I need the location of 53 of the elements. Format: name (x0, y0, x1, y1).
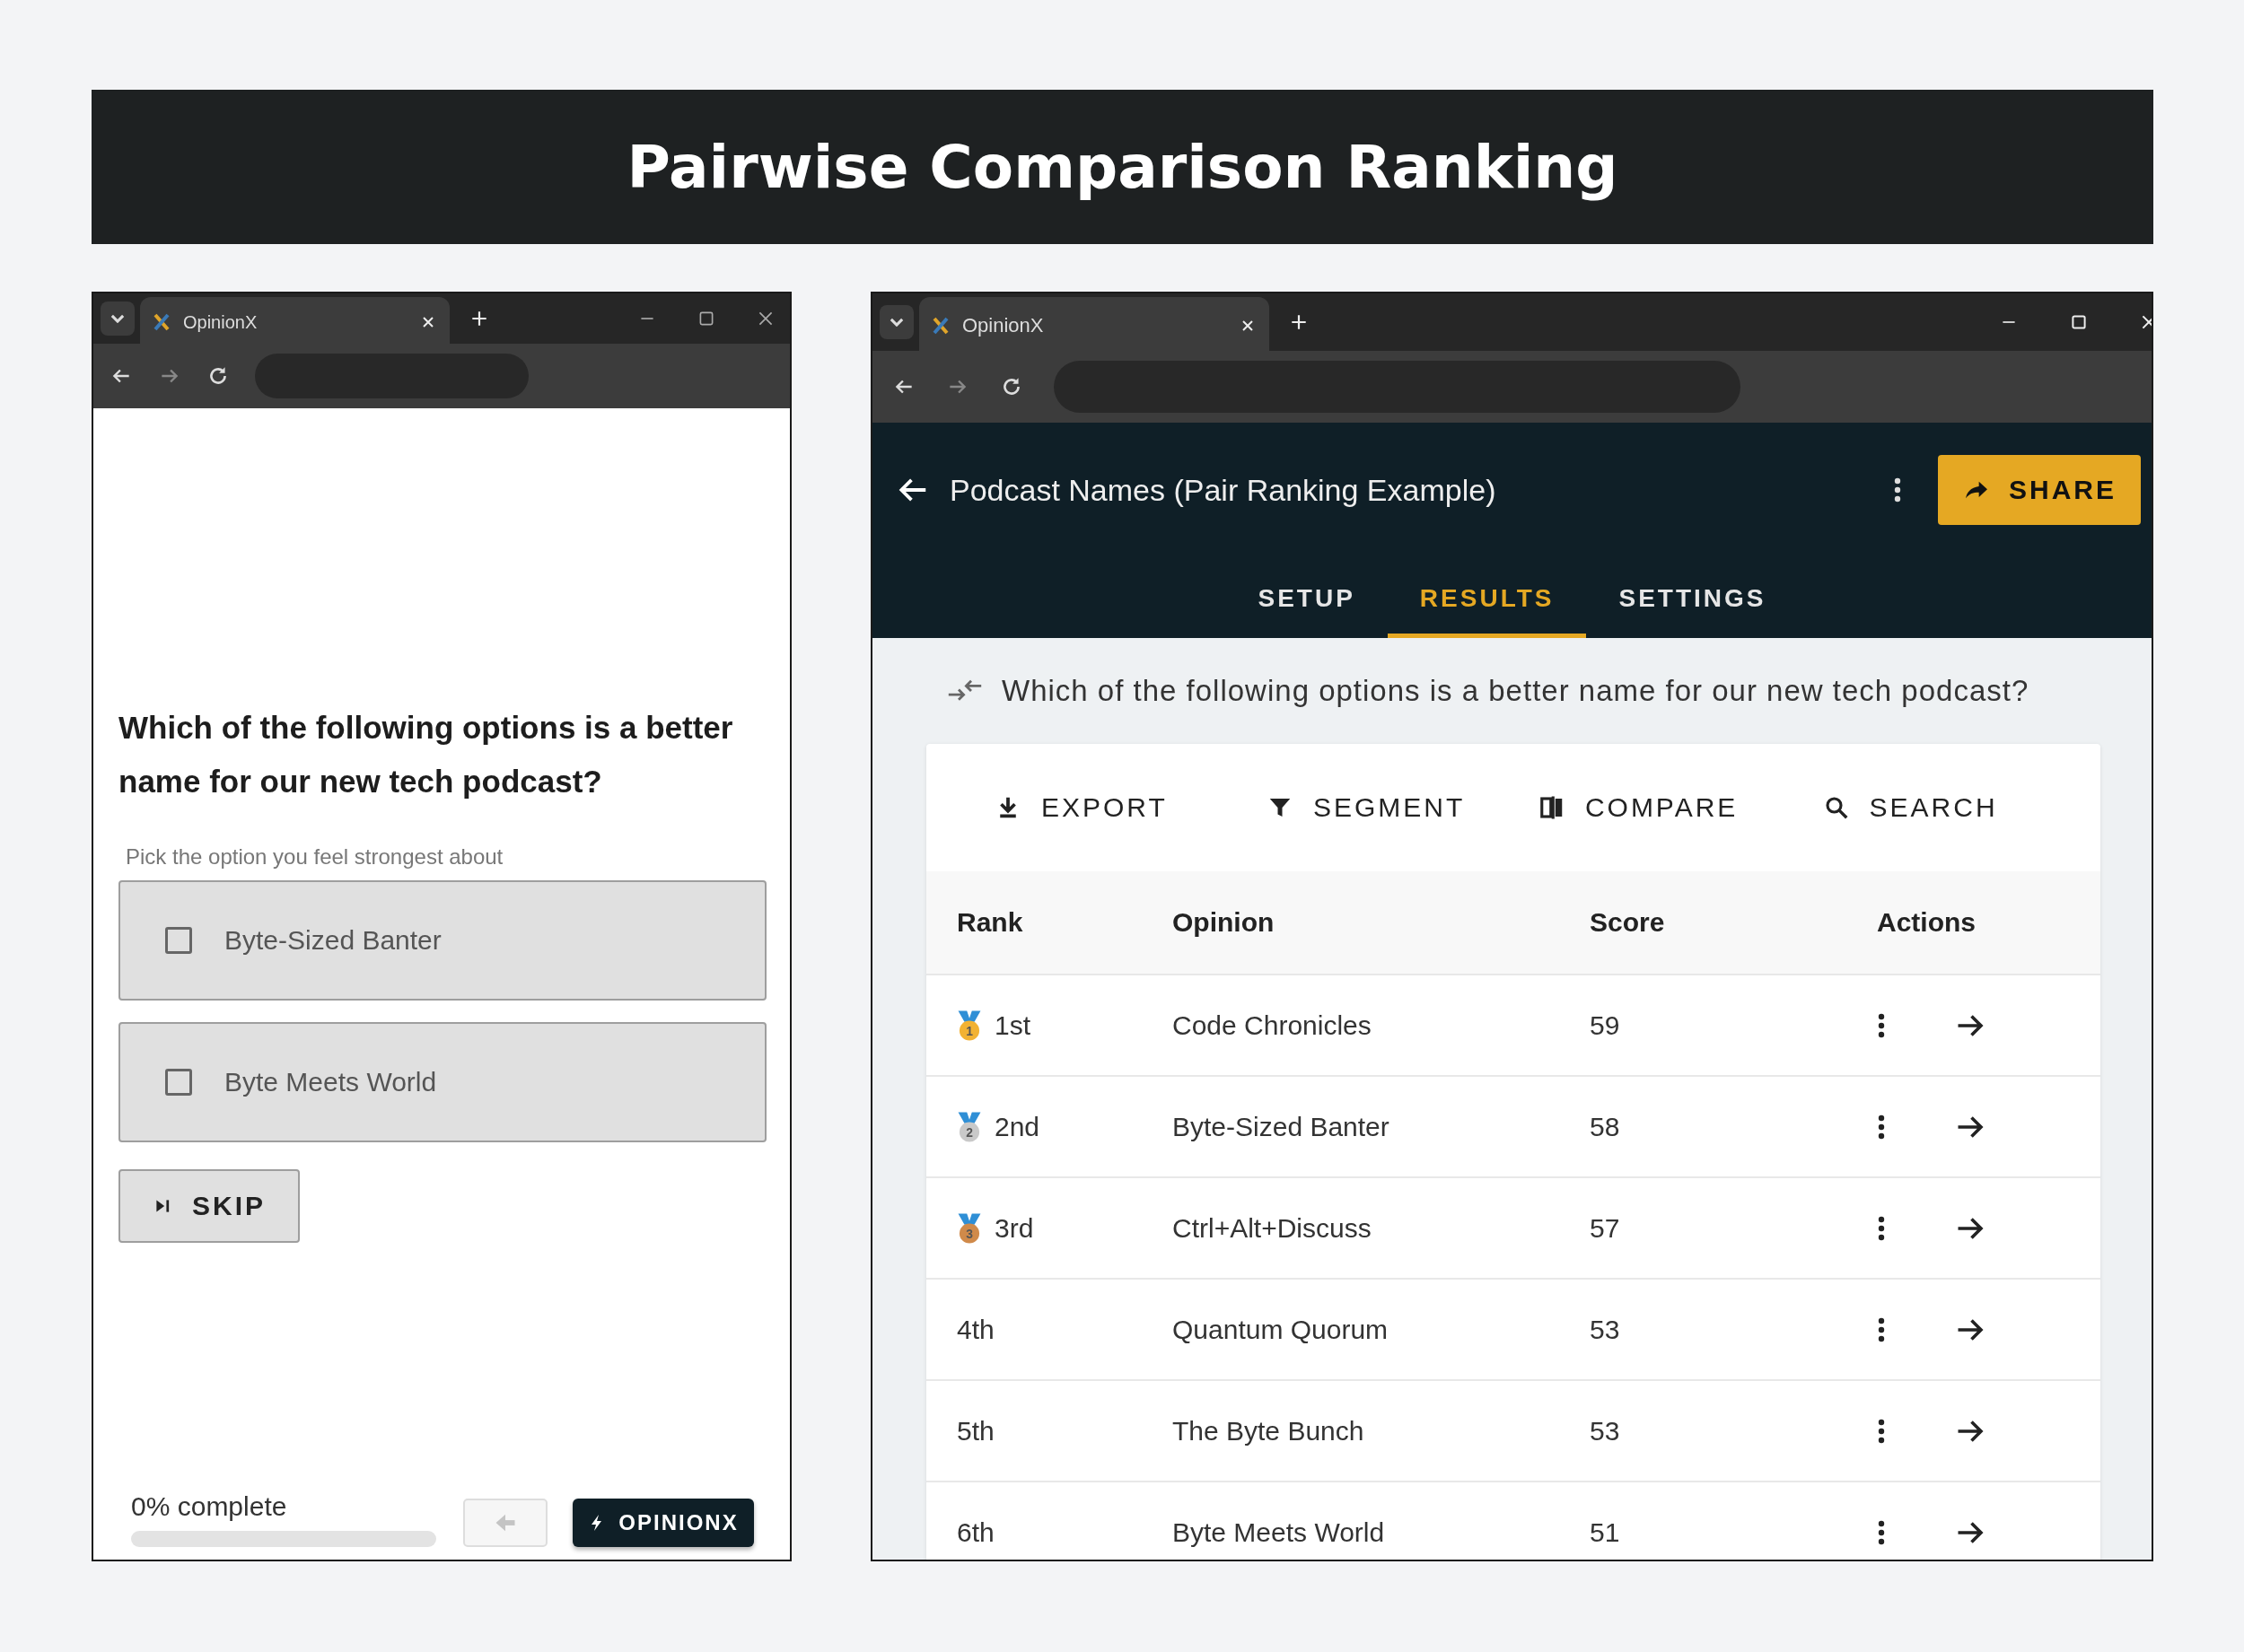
opinion-cell-text: Byte Meets World (1172, 1517, 1386, 1548)
nav-tab[interactable]: SETTINGS (1586, 557, 1799, 638)
score-cell-text: 51 (1590, 1517, 1621, 1548)
new-tab-icon[interactable] (469, 309, 489, 328)
option-label: Byte Meets World (224, 1067, 437, 1097)
toolbar-button[interactable]: SEARCH (1817, 791, 2003, 824)
score-cell-text: 57 (1590, 1212, 1621, 1244)
chevron-down-icon (890, 318, 904, 327)
opinionx-button[interactable]: OPINIONX (573, 1499, 754, 1547)
opinion-cell-text: Ctrl+Alt+Discuss (1172, 1212, 1372, 1244)
checkbox[interactable] (165, 1069, 192, 1096)
opinion-cell-text: The Byte Bunch (1172, 1415, 1365, 1447)
tab-list-button[interactable] (880, 305, 914, 339)
hint-text: Pick the option you feel strongest about (125, 844, 504, 870)
column-header: Score (1590, 907, 1666, 938)
rank-cell: 3rd (995, 1212, 1034, 1244)
toolbar-button[interactable]: EXPORT (989, 791, 1173, 824)
opinion-cell-text: Quantum Quorum (1172, 1314, 1389, 1345)
opinion-cell-text: Code Chronicles (1172, 1010, 1372, 1041)
logo-icon (153, 313, 171, 331)
rank-cell: 5th (957, 1415, 995, 1447)
chevron-down-icon (110, 314, 125, 323)
rank-cell: 1st (995, 1010, 1031, 1041)
logo-icon (932, 317, 950, 335)
skip-button[interactable]: SKIP (118, 1169, 300, 1243)
maximize-icon[interactable] (2069, 312, 2089, 332)
column-header: Opinion (1172, 907, 1275, 938)
page-title: Podcast Names (Pair Ranking Example) (950, 472, 1497, 508)
new-tab-icon[interactable] (1289, 312, 1309, 332)
column-header: Rank (957, 907, 1024, 938)
score-cell-text: 58 (1590, 1111, 1621, 1142)
share-button[interactable]: SHARE (1938, 455, 2141, 525)
rank-cell: 6th (957, 1517, 995, 1548)
more-icon[interactable] (1893, 476, 1902, 504)
rank-cell: 2nd (995, 1111, 1040, 1142)
question-text: Which of the following options is a better name for our new tech podcast? (1002, 674, 2029, 708)
nav-tab[interactable]: SETUP (1225, 557, 1388, 638)
progress-label: 0% complete (131, 1491, 288, 1522)
score-cell-text: 53 (1590, 1314, 1621, 1345)
banner-title: Pairwise Comparison Ranking (627, 132, 1618, 202)
toolbar-button[interactable]: COMPARE (1532, 791, 1744, 824)
tab-list-button[interactable] (101, 302, 135, 336)
checkbox[interactable] (165, 927, 192, 954)
option-label: Byte-Sized Banter (224, 925, 442, 956)
question-text: Which of the following options is a better name for our new tech podcast? (118, 709, 734, 800)
option-card[interactable]: Byte-Sized Banter (118, 880, 767, 1001)
rank-cell: 4th (957, 1314, 995, 1345)
opinion-cell-text: Byte-Sized Banter (1172, 1111, 1390, 1142)
score-cell-text: 59 (1590, 1010, 1621, 1041)
column-header: Actions (1877, 907, 1976, 938)
score-cell-text: 53 (1590, 1415, 1621, 1447)
toolbar-button[interactable]: SEGMENT (1260, 791, 1471, 824)
option-card[interactable]: Byte Meets World (118, 1022, 767, 1142)
